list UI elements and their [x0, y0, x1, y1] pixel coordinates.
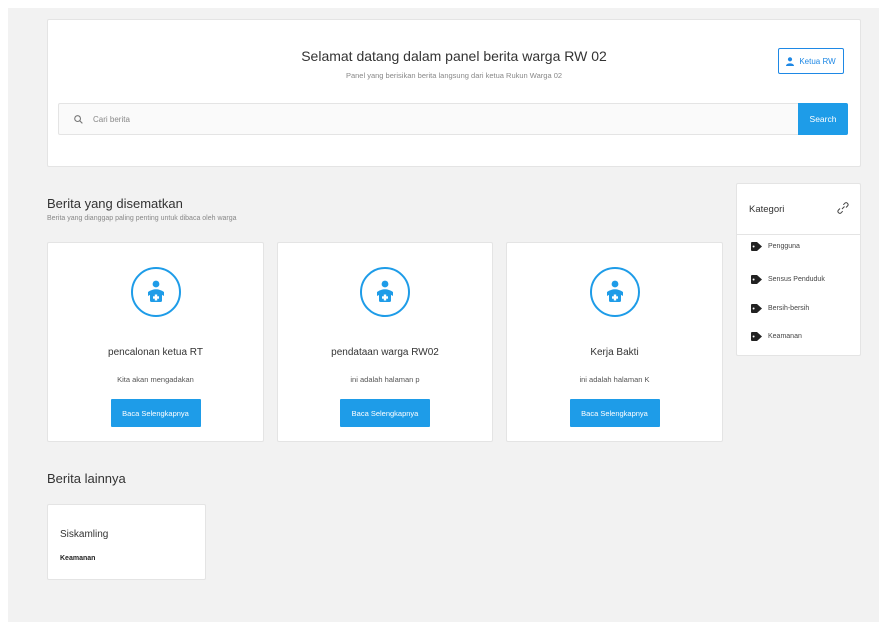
read-more-button[interactable]: Baca Selengkapnya [569, 399, 660, 427]
pinned-card: pencalonan ketua RT Kita akan mengadakan… [47, 242, 264, 442]
pinned-card-title: Kerja Bakti [590, 347, 639, 358]
search-button[interactable]: Search [798, 103, 848, 135]
link-icon[interactable] [837, 201, 849, 219]
category-item[interactable]: Sensus Penduduk [751, 275, 825, 284]
pinned-card-title: pencalonan ketua RT [108, 347, 203, 358]
category-label: Bersih-bersih [768, 305, 810, 312]
other-section-title: Berita lainnya [47, 471, 126, 486]
pinned-card-excerpt: ini adalah halaman K [579, 375, 650, 384]
pinned-section-title: Berita yang disematkan [47, 196, 183, 211]
family-icon [130, 267, 181, 317]
other-news-title: Siskamling [60, 529, 109, 540]
category-item[interactable]: Pengguna [751, 242, 800, 251]
pinned-card-excerpt: ini adalah halaman p [350, 375, 420, 384]
category-item[interactable]: Bersih-bersih [751, 304, 809, 313]
pinned-card-excerpt: Kita akan mengadakan [117, 375, 194, 384]
user-icon [786, 56, 795, 66]
category-header: Kategori [737, 184, 860, 235]
category-label: Sensus Penduduk [768, 276, 825, 283]
pinned-card: pendataan warga RW02 ini adalah halaman … [277, 242, 493, 442]
family-icon [589, 267, 640, 317]
read-more-button[interactable]: Baca Selengkapnya [340, 399, 430, 427]
pinned-card: Kerja Bakti ini adalah halaman K Baca Se… [506, 242, 723, 442]
page-title: Selamat datang dalam panel berita warga … [301, 48, 607, 64]
pinned-card-title: pendataan warga RW02 [331, 347, 439, 358]
category-item[interactable]: Keamanan [751, 332, 802, 341]
pinned-section-subtitle: Berita yang dianggap paling penting untu… [47, 215, 237, 222]
other-news-category: Keamanan [60, 555, 96, 562]
category-label: Keamanan [768, 333, 802, 340]
tag-icon [751, 242, 762, 251]
category-panel: Kategori Pengguna Sensus Penduduk Bersih… [736, 183, 861, 356]
other-news-card[interactable]: Siskamling Keamanan [47, 504, 206, 580]
category-title: Kategori [749, 204, 785, 215]
header-panel: Selamat datang dalam panel berita warga … [47, 19, 861, 167]
tag-icon [751, 304, 762, 313]
family-icon [360, 267, 410, 317]
tag-icon [751, 275, 762, 284]
page-subtitle: Panel yang berisikan berita langsung dar… [345, 71, 563, 80]
tag-icon [751, 332, 762, 341]
search-icon [65, 114, 91, 124]
read-more-button[interactable]: Baca Selengkapnya [110, 399, 201, 427]
search-input[interactable] [91, 104, 795, 134]
user-role-label: Ketua RW [799, 56, 836, 66]
user-role-button[interactable]: Ketua RW [778, 48, 844, 74]
search-bar: Search [58, 103, 848, 135]
category-label: Pengguna [768, 243, 800, 250]
